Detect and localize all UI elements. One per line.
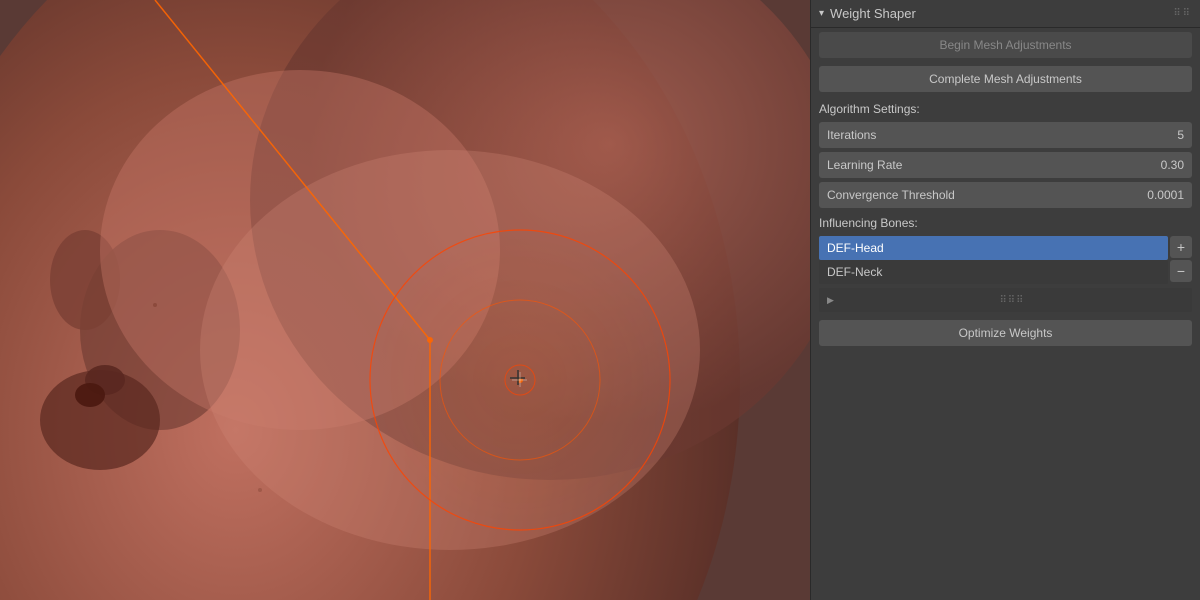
learning-rate-value: 0.30: [1134, 158, 1184, 172]
iterations-value: 5: [1134, 128, 1184, 142]
weight-shaper-panel: ▾ Weight Shaper ⠿⠿ Begin Mesh Adjustment…: [810, 0, 1200, 600]
algorithm-settings-label: Algorithm Settings:: [811, 96, 1200, 120]
bones-side-buttons: + −: [1170, 236, 1192, 284]
iterations-row[interactable]: Iterations 5: [819, 122, 1192, 148]
iterations-label: Iterations: [827, 128, 1134, 142]
viewport-3d[interactable]: [0, 0, 810, 600]
sub-item-arrow-icon: ▶: [827, 295, 834, 306]
bones-row: DEF-Head DEF-Neck + −: [819, 236, 1192, 284]
begin-mesh-adjustments-button[interactable]: Begin Mesh Adjustments: [819, 32, 1192, 58]
complete-mesh-adjustments-button[interactable]: Complete Mesh Adjustments: [819, 66, 1192, 92]
add-bone-button[interactable]: +: [1170, 236, 1192, 258]
bone-item-def-head[interactable]: DEF-Head: [819, 236, 1168, 260]
convergence-threshold-row[interactable]: Convergence Threshold 0.0001: [819, 182, 1192, 208]
bone-sub-item-row[interactable]: ▶ ⠿⠿⠿: [819, 288, 1192, 312]
learning-rate-row[interactable]: Learning Rate 0.30: [819, 152, 1192, 178]
remove-bone-button[interactable]: −: [1170, 260, 1192, 282]
convergence-threshold-label: Convergence Threshold: [827, 188, 1134, 202]
collapse-arrow-icon[interactable]: ▾: [819, 8, 824, 19]
learning-rate-label: Learning Rate: [827, 158, 1134, 172]
optimize-weights-button[interactable]: Optimize Weights: [819, 320, 1192, 346]
influencing-bones-label: Influencing Bones:: [811, 210, 1200, 234]
bone-item-def-neck[interactable]: DEF-Neck: [819, 260, 1168, 284]
bones-list-area: DEF-Head DEF-Neck: [819, 236, 1168, 284]
panel-header-left: ▾ Weight Shaper: [819, 6, 916, 21]
sub-item-dots-icon: ⠿⠿⠿: [840, 295, 1184, 306]
panel-drag-handle-icon: ⠿⠿: [1173, 8, 1192, 19]
convergence-threshold-value: 0.0001: [1134, 188, 1184, 202]
panel-header: ▾ Weight Shaper ⠿⠿: [811, 0, 1200, 28]
panel-title: Weight Shaper: [830, 6, 916, 21]
